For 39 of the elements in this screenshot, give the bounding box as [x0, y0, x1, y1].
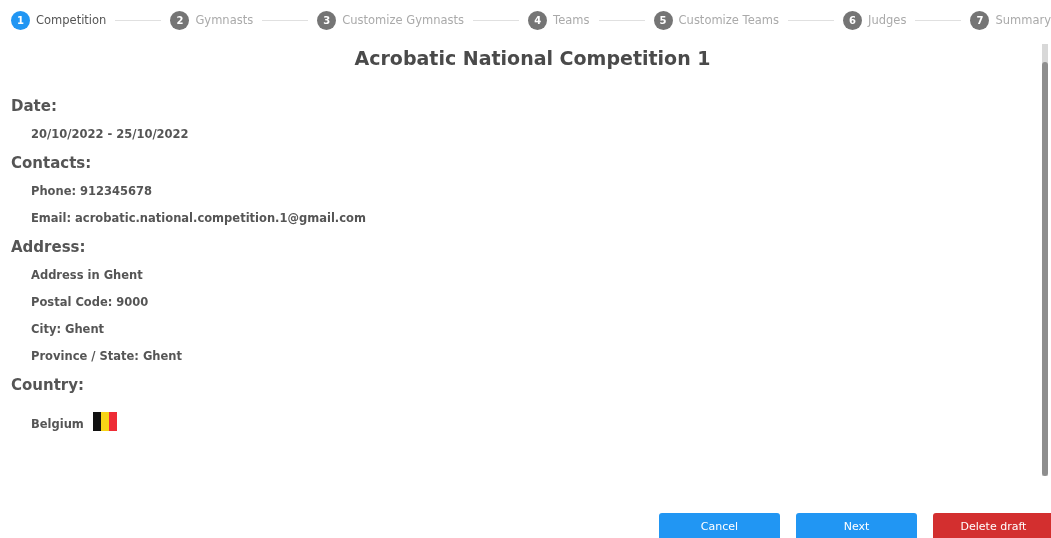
detail-text: Postal Code: 9000: [31, 295, 150, 309]
section-heading: Date:: [11, 97, 58, 115]
step-label: Customize Gymnasts: [342, 13, 465, 27]
country-name: Belgium: [31, 417, 84, 431]
step-tab[interactable]: 6 Judges: [843, 10, 907, 30]
detail-text: Phone: 912345678: [31, 184, 154, 198]
detail-text: City: Ghent: [31, 322, 106, 336]
flag-icon: [92, 412, 117, 431]
step-label: Customize Teams: [678, 13, 779, 27]
action-button[interactable]: Next: [796, 513, 917, 538]
step-label: Gymnasts: [195, 13, 254, 27]
detail-text: Email: acrobatic.national.competition.1@gmail.com: [31, 211, 367, 225]
detail-text: Address in Ghent: [31, 268, 144, 282]
step-number: 7: [970, 10, 990, 30]
competition-title: Acrobatic National Competition 1: [353, 47, 712, 69]
step-number: 6: [843, 10, 863, 30]
step-label: Judges: [868, 13, 907, 27]
step-label: Summary: [995, 13, 1051, 27]
step-number: 1: [11, 10, 30, 30]
step-tab[interactable]: 4 Teams: [528, 10, 590, 30]
section-heading: Address:: [11, 238, 87, 256]
action-button[interactable]: Cancel: [659, 513, 780, 538]
step-label: Competition: [36, 13, 107, 27]
step-label: Teams: [553, 13, 590, 27]
step-number: 2: [170, 10, 190, 30]
step-tab[interactable]: 3 Customize Gymnasts: [317, 10, 465, 30]
detail-text: Province / State: Ghent: [31, 349, 183, 363]
action-button[interactable]: Delete draft: [933, 513, 1051, 538]
step-number: 3: [317, 10, 337, 30]
section-heading: Contacts:: [11, 154, 93, 172]
section-heading: Country:: [11, 376, 85, 394]
step-tab[interactable]: 2 Gymnasts: [170, 10, 254, 30]
step-tab[interactable]: 1 Competition: [11, 10, 107, 30]
scrollbar[interactable]: [1042, 44, 1048, 476]
step-number: 4: [528, 10, 548, 30]
step-number: 5: [653, 10, 673, 30]
step-tab[interactable]: 5 Customize Teams: [653, 10, 779, 30]
step-tab[interactable]: 7 Summary: [970, 10, 1051, 30]
detail-text: 20/10/2022 - 25/10/2022: [31, 127, 190, 141]
